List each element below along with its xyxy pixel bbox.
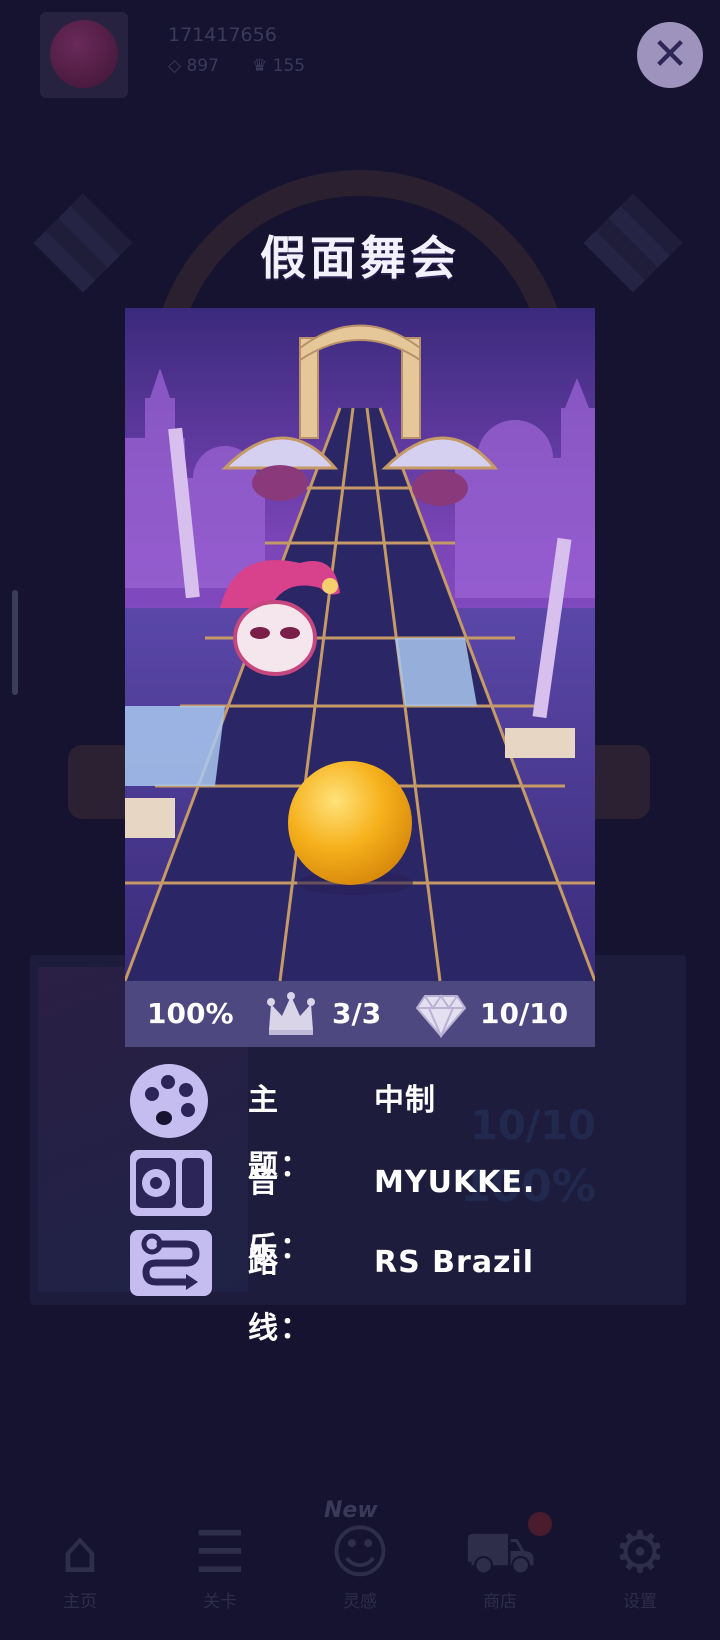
list-icon: ☰ — [194, 1518, 246, 1586]
level-preview-image — [125, 308, 595, 981]
route-value: RS Brazil — [374, 1245, 535, 1280]
nav-shop[interactable]: ⛟ 商店 — [455, 1517, 545, 1612]
music-value: MYUKKE. — [374, 1165, 536, 1200]
home-icon: ⌂ — [61, 1518, 99, 1586]
progress-percent: 100% — [147, 997, 234, 1030]
bg-score: 10/10 — [470, 1103, 596, 1149]
nav-ideas[interactable]: ☺ 灵感 — [315, 1517, 405, 1612]
nav-levels[interactable]: ☰ 关卡 — [175, 1517, 265, 1612]
player-avatar[interactable] — [40, 12, 128, 98]
diamonds-count: 10/10 — [480, 997, 569, 1030]
bottom-nav: ⌂ 主页 ☰ 关卡 ☺ 灵感 ⛟ 商店 ⚙ 设置 — [0, 1495, 720, 1640]
route-label: 路线： — [248, 1245, 312, 1346]
crown-icon — [267, 992, 315, 1035]
cart-icon: ⛟ — [463, 1518, 537, 1586]
palette-icon — [130, 1064, 208, 1138]
nav-home[interactable]: ⌂ 主页 — [35, 1517, 125, 1612]
gear-icon: ⚙ — [614, 1518, 666, 1586]
close-icon: ✕ — [651, 29, 689, 80]
crown-icon: ♛ — [252, 56, 268, 76]
bulb-icon: ☺ — [329, 1518, 391, 1586]
crowns-count: 3/3 — [332, 997, 382, 1030]
level-title: 假面舞会 — [260, 231, 460, 285]
diamond-icon: ◇ — [168, 56, 182, 76]
scrollbar — [12, 590, 18, 695]
player-diamond-count: ◇ 897 — [168, 56, 219, 76]
music-icon — [130, 1150, 212, 1216]
route-icon — [130, 1230, 212, 1296]
close-button[interactable]: ✕ — [637, 22, 703, 88]
diamond-icon — [415, 994, 467, 1038]
player-crown-count: ♛ 155 — [252, 56, 306, 76]
level-stats-bar: 100% 3/3 10/10 — [125, 981, 595, 1047]
theme-value: 中制 — [374, 1083, 436, 1118]
nav-settings[interactable]: ⚙ 设置 — [595, 1517, 685, 1612]
player-id: 171417656 — [168, 24, 277, 46]
